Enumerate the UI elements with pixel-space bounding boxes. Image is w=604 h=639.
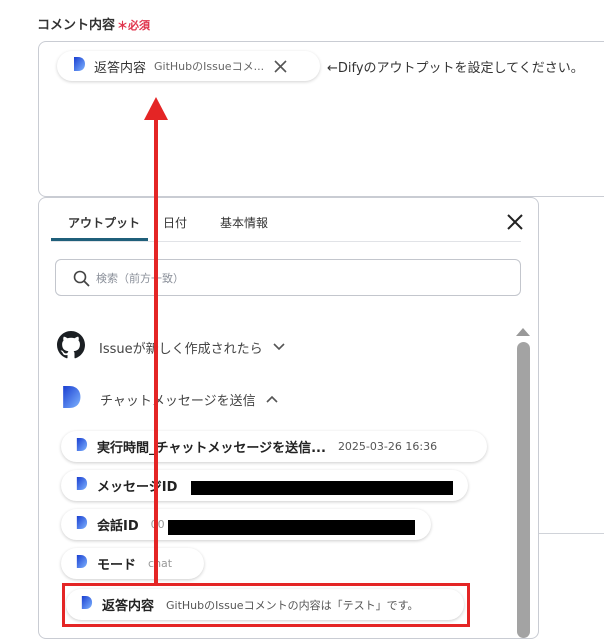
item-value: chat xyxy=(148,557,173,570)
close-icon[interactable] xyxy=(274,59,287,73)
github-icon xyxy=(57,331,85,363)
search-field[interactable] xyxy=(55,259,521,296)
item-title: モード xyxy=(97,558,137,573)
output-item-exec-time[interactable]: 実行時間_チャットメッセージを送信... 2025-03-26 16:36 xyxy=(61,431,487,462)
instruction-note: ←Difyのアウトプットを設定してください。 xyxy=(327,61,584,76)
section-dify-chat[interactable]: チャットメッセージを送信 xyxy=(60,384,278,414)
item-title: 実行時間_チャットメッセージを送信... xyxy=(97,441,326,456)
scroll-up-arrow-icon[interactable] xyxy=(515,322,531,341)
item-value: 2025-03-26 16:36 xyxy=(337,440,438,453)
field-label: コメント内容 ＊必須 xyxy=(37,14,150,33)
dify-icon xyxy=(75,437,88,456)
dify-icon xyxy=(75,476,88,495)
tab-bar: アウトプット 日付 基本情報 xyxy=(51,198,521,242)
chevron-down-icon xyxy=(273,343,285,351)
variable-chip-reply-content[interactable]: 返答内容 GitHubのIssueコメ... xyxy=(57,51,320,81)
highlight-box xyxy=(62,583,470,627)
section-github-trigger[interactable]: Issueが新しく作成されたら xyxy=(57,331,285,363)
close-icon xyxy=(507,214,523,230)
search-input[interactable] xyxy=(94,268,498,288)
redacted-value xyxy=(191,481,453,495)
tab-output[interactable]: アウトプット xyxy=(68,214,140,231)
section-label: Issueが新しく作成されたら xyxy=(99,341,263,357)
search-icon xyxy=(73,270,90,291)
item-title: 会話ID xyxy=(97,519,139,534)
chip-title: 返答内容 xyxy=(94,60,147,76)
tab-basic-info[interactable]: 基本情報 xyxy=(220,214,268,231)
dify-icon xyxy=(75,515,88,534)
required-badge: ＊必須 xyxy=(117,19,151,32)
tab-date[interactable]: 日付 xyxy=(163,214,187,231)
chevron-up-icon xyxy=(266,395,278,403)
dify-icon xyxy=(72,56,86,76)
item-title: メッセージID xyxy=(97,480,178,495)
section-label: チャットメッセージを送信 xyxy=(100,393,256,409)
active-tab-indicator xyxy=(51,238,148,241)
dify-icon xyxy=(60,384,82,414)
close-panel-button[interactable] xyxy=(506,213,524,231)
output-item-mode[interactable]: モード chat xyxy=(61,548,204,579)
field-label-text: コメント内容 xyxy=(37,18,116,33)
divider xyxy=(537,533,604,534)
scrollbar-thumb[interactable] xyxy=(517,342,530,638)
item-value: 00 xyxy=(150,518,165,531)
dify-icon xyxy=(75,554,88,573)
redacted-value xyxy=(168,520,415,535)
chip-subtitle: GitHubのIssueコメ... xyxy=(154,60,265,73)
